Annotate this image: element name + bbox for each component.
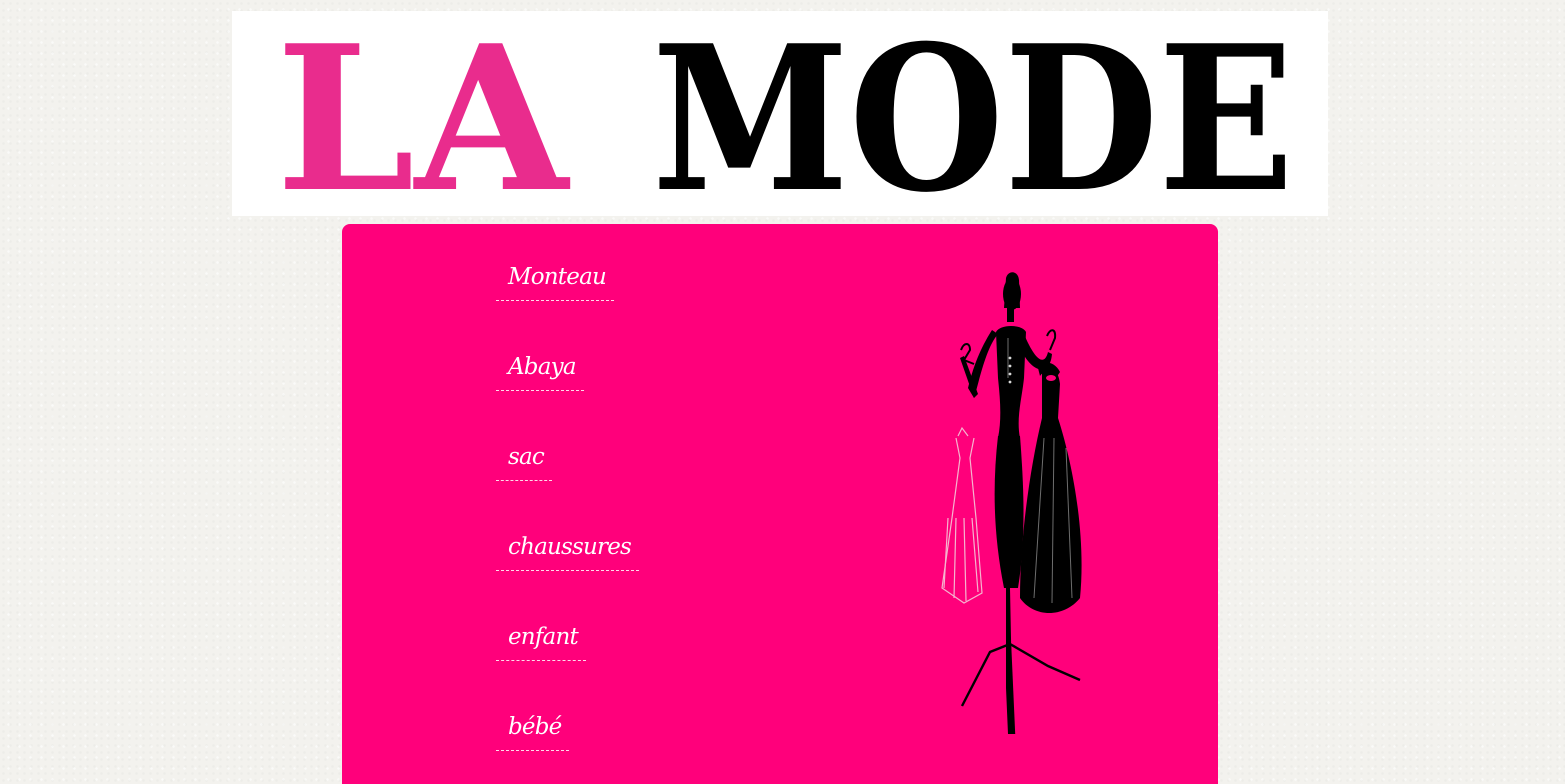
- dress-form-silhouette-icon: [934, 268, 1104, 738]
- logo-word-mode: MODE: [652, 11, 1294, 216]
- logo-word-la: LA: [276, 11, 571, 216]
- nav-link-monteau[interactable]: Monteau: [496, 264, 614, 301]
- logo: LA MODE: [276, 11, 1294, 216]
- nav-link-abaya[interactable]: Abaya: [496, 354, 584, 391]
- nav-link-enfant[interactable]: enfant: [496, 624, 586, 661]
- menu-panel: Monteau Abaya sac chaussures enfant bébé: [342, 224, 1218, 784]
- nav-link-bebe[interactable]: bébé: [496, 714, 570, 751]
- nav-link-sac[interactable]: sac: [496, 444, 552, 481]
- nav-link-chaussures[interactable]: chaussures: [496, 534, 640, 571]
- logo-banner: LA MODE: [232, 11, 1328, 216]
